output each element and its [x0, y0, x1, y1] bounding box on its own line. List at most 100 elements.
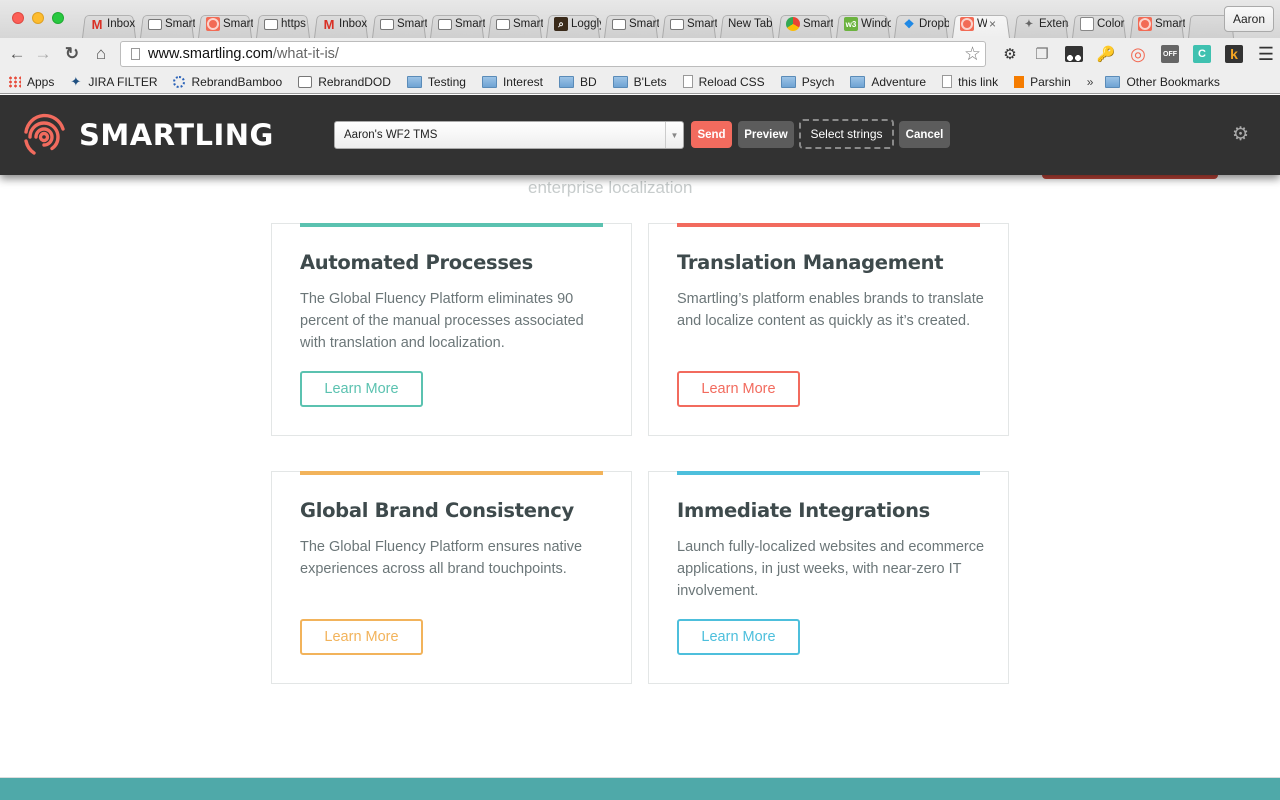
bookmark-label: Apps — [27, 74, 55, 89]
browser-tab[interactable]: W × — [950, 10, 1012, 38]
learn-more-button[interactable]: Learn More — [677, 371, 800, 407]
profile-button[interactable]: Aaron — [1223, 6, 1274, 32]
browser-tab[interactable]: Smartling — [138, 10, 196, 38]
browser-tab[interactable]: Smartling — [1128, 10, 1186, 38]
c-extension-button[interactable]: C — [1186, 43, 1218, 65]
bookmarks-overflow-button[interactable]: » — [1087, 75, 1094, 89]
chat-bubble-icon — [612, 18, 626, 30]
gear-icon[interactable]: ⚙ — [1232, 123, 1249, 146]
key-extension-button[interactable]: 🔑 — [1090, 43, 1122, 65]
c-icon: C — [1193, 45, 1211, 63]
bookmark-item[interactable]: BD — [558, 75, 597, 89]
project-select-value: Aaron's WF2 TMS — [344, 129, 438, 141]
bookmarks-bar: Apps ✦ JIRA FILTER RebrandBamboo RebrandDOD T… — [0, 70, 1280, 94]
browser-tab[interactable]: Smartling — [776, 10, 834, 38]
browser-tab[interactable]: Smartling — [660, 10, 718, 38]
address-bar[interactable]: www.smartling.com/what-it-is/ ☆ — [120, 41, 986, 67]
browser-tab[interactable]: M Inbox — [80, 10, 138, 38]
bookmark-item[interactable]: Parshin — [1014, 75, 1071, 89]
tab-glasses-extension-button[interactable] — [1058, 43, 1090, 65]
w3-icon: w3 — [844, 17, 858, 31]
bookmark-item[interactable]: ✦ JIRA FILTER — [70, 75, 157, 89]
close-tab-icon[interactable]: × — [989, 17, 996, 31]
bookmark-item[interactable]: RebrandBamboo — [173, 75, 282, 89]
tab-title: Dropbox — [919, 18, 949, 30]
home-button[interactable]: ⌂ — [90, 43, 112, 65]
chat-bubble-icon — [148, 18, 162, 30]
extension-icons: ⚙ ❐ 🔑 ◎ OFF C k ☰ — [994, 43, 1280, 65]
smartling-logo[interactable]: SMARTLING — [23, 112, 274, 158]
browser-tab[interactable]: Smartling — [196, 10, 254, 38]
tab-title: Smartling — [397, 18, 427, 30]
card-accent-bar — [677, 223, 980, 227]
bookmark-item[interactable]: this link — [942, 75, 998, 89]
preview-button[interactable]: Preview — [738, 121, 794, 148]
copy-windows-icon: ❐ — [1035, 46, 1049, 63]
bookmark-item[interactable]: B'Lets — [612, 74, 667, 89]
card-title: Global Brand Consistency — [300, 499, 574, 522]
forward-button[interactable]: → — [32, 43, 54, 65]
bookmark-label: JIRA FILTER — [88, 74, 158, 89]
browser-tab[interactable]: Smartling — [428, 10, 486, 38]
gear-icon: ⚙ — [1003, 46, 1017, 63]
send-button[interactable]: Send — [691, 121, 732, 148]
fingerprint-icon: ◎ — [1130, 43, 1146, 64]
browser-toolbar: ← → ↻ ⌂ www.smartling.com/what-it-is/ ☆ … — [0, 38, 1280, 70]
zoom-window-button[interactable] — [52, 12, 64, 24]
windows-extension-button[interactable]: ❐ — [1026, 43, 1058, 65]
bookmark-item[interactable]: Interest — [481, 75, 543, 89]
browser-tab[interactable]: Smartling — [602, 10, 660, 38]
project-select[interactable]: Aaron's WF2 TMS ▼ — [334, 121, 684, 149]
back-button[interactable]: ← — [6, 43, 28, 65]
off-extension-button[interactable]: OFF — [1154, 43, 1186, 65]
bookmark-label: RebrandDOD — [318, 74, 391, 89]
parshin-icon — [1014, 75, 1025, 88]
feature-card-automated-processes: Automated Processes The Global Fluency P… — [271, 223, 632, 436]
browser-tab[interactable]: ⌕Loggly — [544, 10, 602, 38]
learn-more-button[interactable]: Learn More — [300, 371, 423, 407]
bookmark-item[interactable]: RebrandDOD — [298, 75, 391, 89]
card-accent-bar — [300, 471, 603, 475]
browser-tab[interactable]: w3Window — [834, 10, 892, 38]
bookmark-item[interactable]: Apps — [8, 75, 54, 89]
k-extension-button[interactable]: k — [1218, 43, 1250, 65]
chat-bubble-icon — [670, 18, 684, 30]
apps-icon — [8, 75, 21, 88]
browser-tab[interactable]: M Inbox — [312, 10, 370, 38]
cancel-button[interactable]: Cancel — [899, 121, 950, 148]
bookmark-item[interactable]: Psych — [780, 75, 834, 89]
learn-more-button[interactable]: Learn More — [677, 619, 800, 655]
chevron-down-icon: ▼ — [665, 122, 683, 148]
url-path: /what-it-is/ — [272, 46, 339, 62]
browser-tab[interactable]: Smartling — [486, 10, 544, 38]
bookmark-item[interactable]: Testing — [406, 74, 466, 89]
bookmark-star-icon[interactable]: ☆ — [964, 43, 981, 66]
other-bookmarks-folder[interactable]: Other Bookmarks — [1105, 75, 1220, 89]
browser-tab[interactable]: New Tab — [718, 10, 776, 38]
chrome-menu-button[interactable]: ☰ — [1250, 43, 1280, 65]
gear-extension-button[interactable]: ⚙ — [994, 43, 1026, 65]
minimize-window-button[interactable] — [32, 12, 44, 24]
bookmark-item[interactable]: Adventure — [850, 75, 926, 89]
tab-title: Smartling — [165, 18, 195, 30]
bookmark-label: RebrandBamboo — [191, 74, 283, 89]
browser-tab[interactable]: ❖ Dropbox — [892, 10, 950, 38]
tab-title: Smartling — [803, 18, 833, 30]
reload-button[interactable]: ↻ — [61, 43, 83, 65]
browser-titlebar: M Inbox Smartling Smartling https M Inbox Smart… — [0, 0, 1280, 38]
bookmark-label: this link — [958, 74, 999, 89]
select-strings-button[interactable]: Select strings — [799, 119, 894, 149]
browser-tab[interactable]: Smartling — [370, 10, 428, 38]
gmail-icon: M — [323, 16, 335, 32]
browser-tab[interactable]: Color — [1070, 10, 1128, 38]
bookmark-label: B'Lets — [633, 74, 667, 89]
bookmark-label: Testing — [427, 74, 466, 89]
bookmark-item[interactable]: Reload CSS — [682, 75, 765, 89]
tab-title: Window — [861, 18, 891, 30]
smartling-extension-button[interactable]: ◎ — [1122, 43, 1154, 65]
browser-tab[interactable]: https — [254, 10, 312, 38]
learn-more-button[interactable]: Learn More — [300, 619, 423, 655]
smartling-context-header: SMARTLING Aaron's WF2 TMS ▼ Send Preview… — [0, 95, 1280, 175]
browser-tab[interactable]: ✦ Extensions — [1012, 10, 1070, 38]
close-window-button[interactable] — [12, 12, 24, 24]
